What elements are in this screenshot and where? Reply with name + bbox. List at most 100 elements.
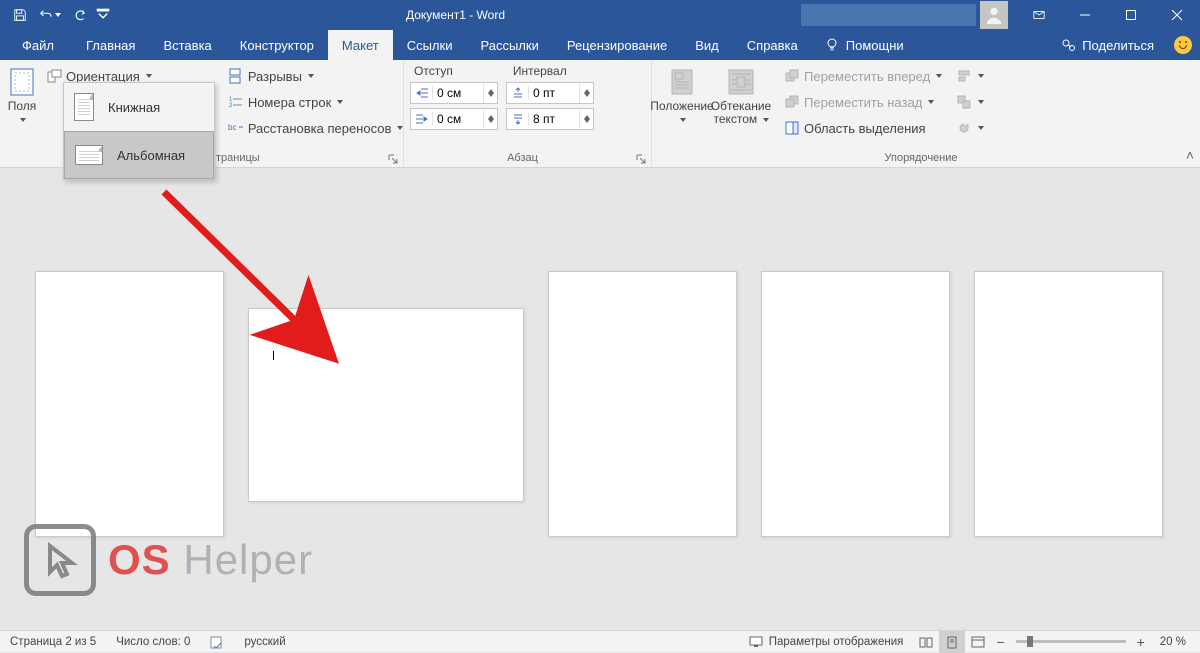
bring-forward-button[interactable]: Переместить вперед bbox=[780, 64, 946, 88]
share-button[interactable]: Поделиться bbox=[1048, 30, 1166, 60]
zoom-in-button[interactable]: + bbox=[1132, 634, 1150, 650]
display-settings-icon bbox=[749, 635, 763, 649]
view-read-mode[interactable] bbox=[913, 631, 939, 653]
spinner-down[interactable] bbox=[580, 93, 593, 103]
page-5[interactable] bbox=[974, 271, 1163, 537]
align-button[interactable] bbox=[952, 64, 988, 88]
line-numbers-button[interactable]: 12 Номера строк bbox=[224, 90, 408, 114]
status-word-count[interactable]: Число слов: 0 bbox=[106, 631, 200, 652]
align-icon bbox=[956, 68, 972, 84]
status-bar: Страница 2 из 5 Число слов: 0 русский Па… bbox=[0, 630, 1200, 652]
display-settings[interactable]: Параметры отображения bbox=[739, 631, 914, 652]
collapse-ribbon-button[interactable]: ˄ bbox=[1186, 147, 1194, 163]
page-3[interactable] bbox=[548, 271, 737, 537]
margins-button[interactable]: Поля bbox=[6, 64, 38, 140]
tab-file[interactable]: Файл bbox=[4, 30, 72, 60]
position-icon bbox=[666, 66, 698, 98]
page-1[interactable] bbox=[35, 271, 224, 537]
tab-home[interactable]: Главная bbox=[72, 30, 149, 60]
spinner-down[interactable] bbox=[484, 119, 497, 129]
spacing-after-icon bbox=[507, 112, 529, 126]
tab-mailings[interactable]: Рассылки bbox=[466, 30, 552, 60]
status-language[interactable]: русский bbox=[234, 631, 295, 652]
status-page[interactable]: Страница 2 из 5 bbox=[0, 631, 106, 652]
zoom-slider[interactable] bbox=[1016, 640, 1126, 643]
spinner-down[interactable] bbox=[580, 119, 593, 129]
hyphenation-button[interactable]: bc Расстановка переносов bbox=[224, 116, 408, 140]
spinner-up[interactable] bbox=[484, 109, 497, 119]
spinner-up[interactable] bbox=[580, 109, 593, 119]
orientation-landscape-item[interactable]: Альбомная bbox=[64, 131, 214, 179]
tab-insert[interactable]: Вставка bbox=[149, 30, 225, 60]
spinner-down[interactable] bbox=[484, 93, 497, 103]
position-button[interactable]: Положение bbox=[658, 64, 706, 140]
paragraph-launcher[interactable] bbox=[636, 151, 648, 163]
lightbulb-icon bbox=[824, 37, 840, 53]
account-name-area[interactable] bbox=[801, 4, 976, 26]
zoom-level[interactable]: 20 % bbox=[1150, 631, 1200, 652]
qat-customize[interactable] bbox=[96, 1, 110, 29]
text-cursor bbox=[273, 351, 274, 360]
page-4[interactable] bbox=[761, 271, 950, 537]
document-area[interactable]: OS Helper bbox=[0, 168, 1200, 630]
spacing-label: Интервал bbox=[513, 64, 567, 78]
group-paragraph: Отступ Интервал bbox=[404, 60, 652, 167]
portrait-icon bbox=[74, 93, 94, 121]
landscape-icon bbox=[75, 145, 103, 165]
close-button[interactable] bbox=[1154, 0, 1200, 30]
zoom-out-button[interactable]: − bbox=[991, 634, 1009, 650]
group-button[interactable] bbox=[952, 90, 988, 114]
orientation-portrait-item[interactable]: Книжная bbox=[64, 83, 214, 131]
tab-help[interactable]: Справка bbox=[733, 30, 812, 60]
quick-access-toolbar bbox=[0, 1, 110, 29]
rotate-button[interactable] bbox=[952, 116, 988, 140]
smiley-icon bbox=[1174, 36, 1192, 54]
indent-left-input[interactable] bbox=[410, 82, 498, 104]
view-print-layout[interactable] bbox=[939, 631, 965, 653]
indent-right-icon bbox=[411, 112, 433, 126]
send-backward-button[interactable]: Переместить назад bbox=[780, 90, 946, 114]
spinner-up[interactable] bbox=[484, 83, 497, 93]
wrap-text-button[interactable]: Обтеканиетекстом bbox=[706, 64, 776, 140]
view-web-layout[interactable] bbox=[965, 631, 991, 653]
tab-layout[interactable]: Макет bbox=[328, 30, 393, 60]
feedback-button[interactable] bbox=[1166, 30, 1200, 60]
spacing-before-icon bbox=[507, 86, 529, 100]
indent-right-input[interactable] bbox=[410, 108, 498, 130]
title-bar: Документ1 - Word bbox=[0, 0, 1200, 30]
margins-icon bbox=[6, 66, 38, 98]
arrange-group-label: Упорядочение bbox=[652, 152, 1190, 164]
spacing-after-input[interactable] bbox=[506, 108, 594, 130]
maximize-button[interactable] bbox=[1108, 0, 1154, 30]
minimize-button[interactable] bbox=[1062, 0, 1108, 30]
breaks-button[interactable]: Разрывы bbox=[224, 64, 408, 88]
ribbon-tabs: Файл Главная Вставка Конструктор Макет С… bbox=[0, 30, 1200, 60]
svg-text:bc: bc bbox=[228, 123, 236, 132]
tell-me[interactable]: Помощни bbox=[812, 30, 916, 60]
undo-button[interactable] bbox=[36, 1, 64, 29]
selection-pane-button[interactable]: Область выделения bbox=[780, 116, 946, 140]
selection-pane-icon bbox=[784, 120, 800, 136]
send-backward-icon bbox=[784, 94, 800, 110]
tab-review[interactable]: Рецензирование bbox=[553, 30, 681, 60]
page-setup-launcher[interactable] bbox=[388, 151, 400, 163]
tab-view[interactable]: Вид bbox=[681, 30, 733, 60]
line-numbers-icon: 12 bbox=[228, 94, 244, 110]
group-arrange: Положение Обтеканиетекстом Переместить в… bbox=[652, 60, 1200, 167]
bring-forward-icon bbox=[784, 68, 800, 84]
ribbon-display-options[interactable] bbox=[1016, 0, 1062, 30]
proofing-icon bbox=[210, 635, 224, 649]
status-proofing[interactable] bbox=[200, 631, 234, 652]
save-button[interactable] bbox=[6, 1, 34, 29]
redo-button[interactable] bbox=[66, 1, 94, 29]
window-controls bbox=[801, 0, 1200, 30]
indent-left-icon bbox=[411, 86, 433, 100]
ribbon: Поля Ориентация Разрывы 12 Номера строк bbox=[0, 60, 1200, 168]
tab-references[interactable]: Ссылки bbox=[393, 30, 467, 60]
spacing-before-input[interactable] bbox=[506, 82, 594, 104]
tab-design[interactable]: Конструктор bbox=[226, 30, 328, 60]
avatar-icon[interactable] bbox=[980, 1, 1008, 29]
spinner-up[interactable] bbox=[580, 83, 593, 93]
page-2[interactable] bbox=[248, 308, 524, 502]
breaks-icon bbox=[228, 68, 244, 84]
